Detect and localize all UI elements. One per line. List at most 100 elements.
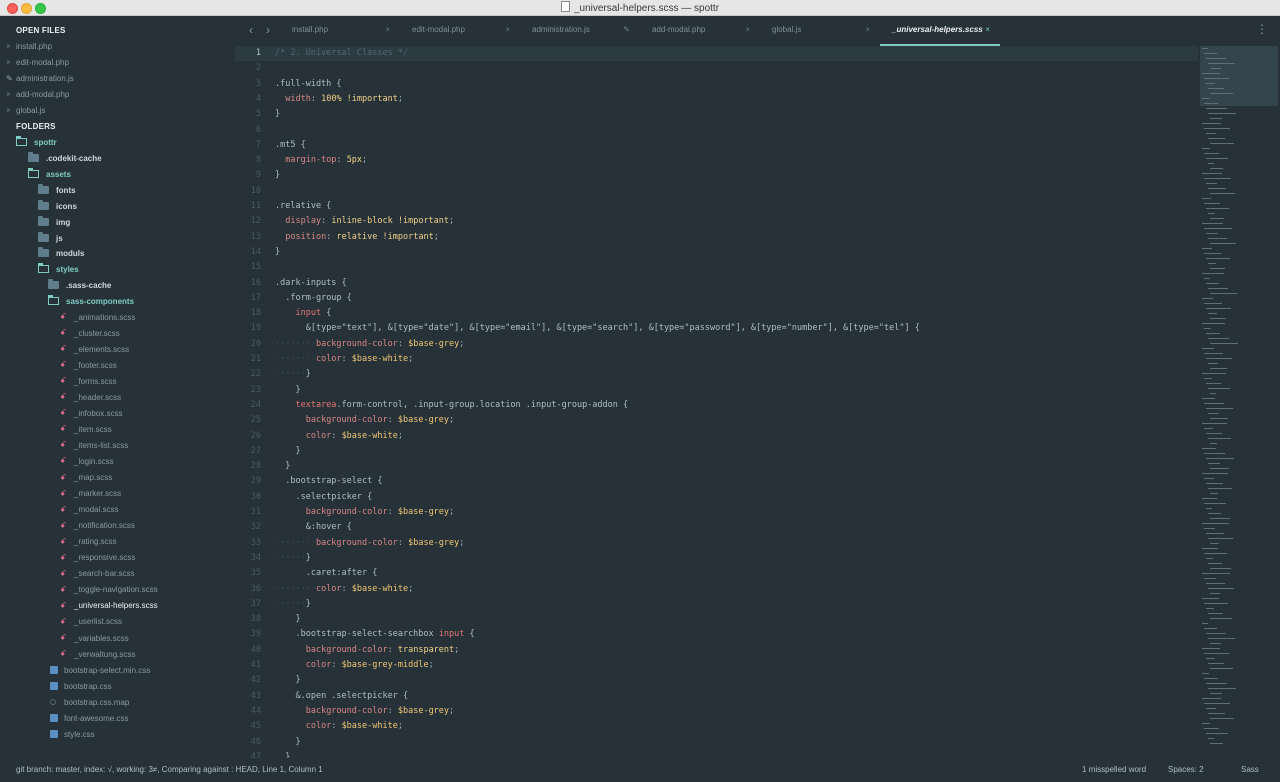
- file-item[interactable]: ꗃ _items-list.scss: [60, 437, 128, 453]
- code-token: ;: [397, 93, 403, 104]
- close-icon[interactable]: ×: [505, 25, 510, 34]
- folder-moduls[interactable]: moduls: [38, 245, 84, 261]
- minimap-line: [1204, 403, 1224, 404]
- folder-sass-cache[interactable]: .sass-cache: [48, 277, 111, 293]
- open-file-item[interactable]: ✎ administration.js: [6, 70, 74, 86]
- tab-administration-js[interactable]: administration.js ✎: [520, 16, 640, 46]
- folder-spottr[interactable]: spottr: [16, 134, 57, 150]
- file-item[interactable]: font-awesome.css: [50, 710, 128, 726]
- file-item[interactable]: ꗃ _elements.scss: [60, 341, 129, 357]
- code-editor[interactable]: 1/* 2. Universal Classes */2 3 .full-width…: [235, 46, 1198, 758]
- close-icon[interactable]: ×: [6, 106, 16, 115]
- spellcheck-status[interactable]: 1 misspelled word: [1082, 765, 1146, 774]
- line-number: 6: [255, 124, 261, 135]
- tab-edit-modal-php[interactable]: edit-modal.php ×: [400, 16, 520, 46]
- file-item[interactable]: bootstrap-select.min.css: [50, 662, 150, 678]
- file-item[interactable]: ꗃ _toggle-navigation.scss: [60, 582, 158, 598]
- folder-assets[interactable]: assets: [28, 166, 71, 182]
- close-icon[interactable]: ×: [6, 42, 16, 51]
- folder-js[interactable]: js: [38, 230, 63, 246]
- folder-img[interactable]: img: [38, 214, 70, 230]
- file-item[interactable]: style.css: [50, 726, 95, 742]
- file-item[interactable]: ꗃ _variables.scss: [60, 630, 129, 646]
- file-item[interactable]: ꗃ _infobox.scss: [60, 405, 122, 421]
- file-item[interactable]: ꗃ _item.scss: [60, 421, 112, 437]
- close-icon[interactable]: ×: [385, 25, 390, 34]
- minimap-line: [1210, 518, 1230, 519]
- folder-codekit-cache[interactable]: .codekit-cache: [28, 150, 102, 166]
- open-file-item[interactable]: × global.js: [6, 102, 45, 118]
- code-token: }: [295, 736, 301, 747]
- file-item[interactable]: ꗃ _userlist.scss: [60, 614, 122, 630]
- line-number: 8: [255, 155, 261, 166]
- chevron-right-icon[interactable]: ›: [266, 23, 270, 37]
- folder-fonts[interactable]: fonts: [38, 182, 76, 198]
- line-number: 30: [250, 491, 261, 502]
- tab-install-php[interactable]: install.php ×: [280, 16, 400, 46]
- line-number: 18: [250, 308, 261, 319]
- folder-styles[interactable]: styles: [38, 261, 79, 277]
- file-item[interactable]: ꗃ _search-bar.scss: [60, 566, 134, 582]
- close-icon[interactable]: ×: [6, 90, 16, 99]
- file-item[interactable]: ꗃ _notification.scss: [60, 518, 135, 534]
- minimap-line: [1206, 683, 1227, 684]
- line-number: 29: [250, 476, 261, 487]
- close-icon[interactable]: ×: [865, 25, 870, 34]
- open-file-item[interactable]: × edit-modal.php: [6, 54, 69, 70]
- file-item[interactable]: bootstrap.css: [50, 678, 112, 694]
- file-item[interactable]: ꗃ _marker.scss: [60, 486, 121, 502]
- file-item[interactable]: ꗃ _login.scss: [60, 453, 114, 469]
- sass-file-icon: ꗃ: [60, 472, 67, 482]
- file-item[interactable]: ꗃ _header.scss: [60, 389, 121, 405]
- folder-sass-components[interactable]: sass-components: [48, 293, 134, 309]
- tab-global-js[interactable]: global.js ×: [760, 16, 880, 46]
- code-line: 33 ········background-color: $base-grey;: [235, 536, 1198, 551]
- minimap-line: [1204, 353, 1223, 354]
- file-item[interactable]: ꗃ _forms.scss: [60, 373, 117, 389]
- close-icon[interactable]: ×: [985, 25, 990, 34]
- chevron-left-icon[interactable]: ‹: [249, 23, 253, 37]
- tab-add-modal-php[interactable]: add-modal.php ×: [640, 16, 760, 46]
- code-token: .caret:after {: [305, 568, 378, 579]
- code-line: 1 /* 2. Universal Classes */: [235, 46, 1198, 61]
- sass-file-icon: ꗃ: [60, 568, 67, 578]
- minimap-line: [1210, 268, 1225, 269]
- open-file-item[interactable]: × install.php: [6, 38, 52, 54]
- file-item[interactable]: ꗃ _modal.scss: [60, 502, 118, 518]
- open-file-item[interactable]: × add-modal.php: [6, 86, 69, 102]
- line-number: 37: [250, 598, 261, 609]
- file-label: _item.scss: [74, 424, 112, 434]
- syntax-status[interactable]: Sass: [1241, 765, 1259, 774]
- folder-icons[interactable]: icons: [38, 198, 77, 214]
- file-item[interactable]: ꗃ _animations.scss: [60, 309, 135, 325]
- file-item[interactable]: ꗃ _verwaltung.scss: [60, 646, 135, 662]
- code-token: background-color: [315, 537, 398, 548]
- file-item[interactable]: ꗃ _map.scss: [60, 470, 112, 486]
- file-item[interactable]: ꗃ _footer.scss: [60, 357, 117, 373]
- tab-universal-helpers-scss[interactable]: _universal-helpers.scss ×: [880, 16, 1000, 46]
- minimap[interactable]: [1198, 46, 1280, 758]
- file-item[interactable]: ꗃ _universal-helpers.scss: [60, 598, 158, 614]
- indentation-status[interactable]: Spaces: 2: [1168, 765, 1204, 774]
- pencil-icon[interactable]: ✎: [6, 74, 16, 83]
- minimap-line: [1204, 428, 1213, 429]
- code-line: 13 position: relative !important;: [235, 230, 1198, 245]
- code-line: 2: [235, 61, 1198, 76]
- file-item[interactable]: ꗃ _cluster.scss: [60, 325, 120, 341]
- file-item[interactable]: bootstrap.css.map: [50, 694, 129, 710]
- minimap-line: [1210, 568, 1231, 569]
- minimap-viewport[interactable]: [1200, 46, 1278, 106]
- file-item[interactable]: ꗃ _rating.scss: [60, 534, 117, 550]
- close-icon[interactable]: ×: [6, 58, 16, 67]
- file-item[interactable]: ꗃ _responsive.scss: [60, 550, 135, 566]
- more-options-icon[interactable]: ⋮: [1256, 22, 1268, 36]
- git-status: git branch: master, index: √, working: 3…: [16, 765, 323, 774]
- pencil-icon[interactable]: ✎: [623, 25, 630, 34]
- close-icon[interactable]: ×: [745, 25, 750, 34]
- code-line: 40 background-color: transparent;: [235, 643, 1198, 658]
- minimap-line: [1208, 163, 1214, 164]
- minimap-line: [1206, 633, 1226, 634]
